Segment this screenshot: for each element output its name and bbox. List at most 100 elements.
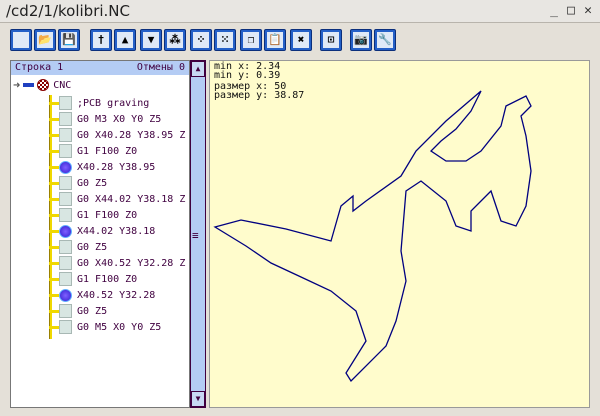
cut-point-icon [59,224,72,238]
tree-item-label: G0 Z5 [77,241,108,253]
points-down-icon: ⁙ [217,32,233,48]
open-folder-icon: 📂 [37,32,53,48]
tree-item-label: G1 F100 Z0 [77,273,138,285]
camera-icon: 📷 [353,32,369,48]
tree-item-label: X44.02 Y38.18 [77,225,156,237]
insert-line-button[interactable]: † [90,29,112,51]
tree-branch-tick [49,230,59,233]
tree-branch-tick [49,246,59,249]
tree-root[interactable]: ➜ CNC [13,77,71,93]
maximize-button[interactable]: □ [562,2,580,20]
tree-branch-line [49,95,52,339]
drawing-canvas[interactable]: min x: 2.34 min y: 0.39 размер x: 50 раз… [209,60,590,408]
tree-branch-tick [49,182,59,185]
settings-wrench-icon: 🔧 [377,32,393,48]
close-button[interactable]: ✕ [579,2,597,20]
tree-item-label: X40.52 Y32.28 [77,289,156,301]
tree-item[interactable]: G0 M5 X0 Y0 Z5 [59,319,161,335]
cut-point-icon [59,288,72,302]
points-up-button[interactable]: ⁘ [190,29,212,51]
points-button[interactable]: ⁂ [164,29,186,51]
fit-view-button[interactable]: ⊡ [320,29,342,51]
tree-item[interactable]: G0 M3 X0 Y0 Z5 [59,111,161,127]
vertical-scrollbar[interactable]: ▲ ≡ ▼ [190,60,206,408]
document-icon [59,320,72,334]
scroll-down-button[interactable]: ▼ [191,391,205,407]
hummingbird-toolpath [213,90,532,383]
open-folder-button[interactable]: 📂 [34,29,56,51]
scroll-thumb[interactable]: ≡ [192,229,199,242]
tree-item-label: G1 F100 Z0 [77,209,138,221]
collapse-icon[interactable] [23,83,35,87]
save-icon: 💾 [61,32,77,48]
tree-item-label: G0 X40.28 Y38.95 Z [77,129,186,141]
tree-item-label: G0 X40.52 Y32.28 Z [77,257,186,269]
tree-item-label: G0 M3 X0 Y0 Z5 [77,113,162,125]
document-icon [59,256,72,270]
copy-icon: ❐ [243,32,259,48]
points-up-icon: ⁘ [193,32,209,48]
document-icon [59,272,72,286]
tree-item[interactable]: G0 Z5 [59,239,107,255]
tree-item[interactable]: ;PCB graving [59,95,149,111]
delete-icon: ✖ [293,32,309,48]
tree-branch-tick [49,134,59,137]
save-button[interactable]: 💾 [58,29,80,51]
undo-counter: Отмены 0 [136,62,185,73]
points-down-button[interactable]: ⁙ [214,29,236,51]
paste-button[interactable]: 📋 [264,29,286,51]
tree-branch-tick [49,166,59,169]
tree-item-label: G0 Z5 [77,305,108,317]
line-indicator: Строка 1 [15,62,64,73]
tree-branch-tick [49,118,59,121]
tree-item[interactable]: G0 X44.02 Y38.18 Z [59,191,185,207]
copy-button[interactable]: ❐ [240,29,262,51]
delete-button[interactable]: ✖ [290,29,312,51]
cnc-icon [37,79,50,91]
tree-branch-tick [49,198,59,201]
document-icon [59,176,72,190]
minimize-button[interactable]: _ [545,2,563,20]
document-icon [59,144,72,158]
move-down-button[interactable]: ▼ [140,29,162,51]
tree-item-label: G0 X44.02 Y38.18 Z [77,193,186,205]
tree-branch-tick [49,310,59,313]
arrow-icon: ➜ [13,78,21,92]
insert-line-icon: † [93,32,109,48]
gcode-tree-panel: Строка 1 Отмены 0 ➜ CNC ;PCB graving G0 M… [10,60,190,408]
points-icon: ⁂ [167,32,183,48]
tree-branch-tick [49,214,59,217]
fit-view-icon: ⊡ [323,32,339,48]
tree-item-label: G0 M5 X0 Y0 Z5 [77,321,162,333]
document-icon [59,192,72,206]
tree-item[interactable]: X40.52 Y32.28 [59,287,155,303]
document-icon [59,128,72,142]
tree-item[interactable]: G1 F100 Z0 [59,207,137,223]
document-icon [59,96,72,110]
tree-item[interactable]: G0 X40.52 Y32.28 Z [59,255,185,271]
camera-button[interactable]: 📷 [350,29,372,51]
new-file-button[interactable] [10,29,32,51]
new-file-icon [13,32,29,48]
scroll-up-button[interactable]: ▲ [191,61,205,77]
title-bar: /cd2/1/kolibri.NC _ □ ✕ [0,0,600,23]
tree-branch-tick [49,326,59,329]
tree-item[interactable]: X44.02 Y38.18 [59,223,155,239]
move-down-icon: ▼ [143,32,159,48]
document-icon [59,112,72,126]
toolpath-drawing [213,90,532,383]
tree-item[interactable]: G0 X40.28 Y38.95 Z [59,127,185,143]
document-icon [59,304,72,318]
tree-item[interactable]: G0 Z5 [59,175,107,191]
tree-branch-tick [49,150,59,153]
tree-item[interactable]: X40.28 Y38.95 [59,159,155,175]
tree-item[interactable]: G0 Z5 [59,303,107,319]
root-label: CNC [53,79,72,91]
settings-wrench-button[interactable]: 🔧 [374,29,396,51]
tree-item[interactable]: G1 F100 Z0 [59,271,137,287]
tree-item[interactable]: G1 F100 Z0 [59,143,137,159]
tree-item-label: ;PCB graving [77,97,150,109]
document-icon [59,240,72,254]
move-up-button[interactable]: ▲ [114,29,136,51]
cut-point-icon [59,160,72,174]
